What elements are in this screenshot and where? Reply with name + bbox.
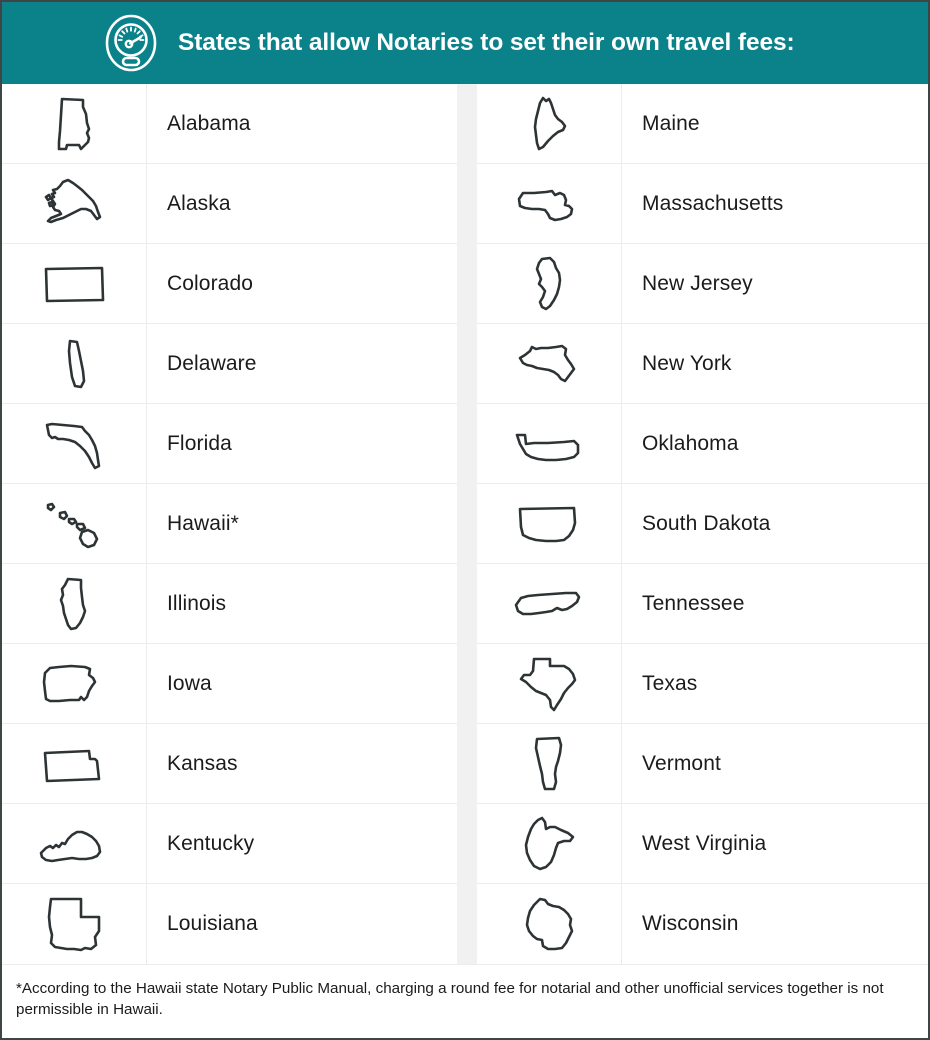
page-title: States that allow Notaries to set their … <box>178 28 795 56</box>
state-name: Wisconsin <box>642 912 739 935</box>
state-name-cell: Kentucky <box>147 804 457 883</box>
new-york-outline-icon <box>477 324 622 403</box>
tennessee-outline-icon <box>477 564 622 643</box>
state-name: Illinois <box>167 591 227 615</box>
state-name: Florida <box>167 431 232 455</box>
footnote-section: *According to the Hawaii state Notary Pu… <box>2 964 928 1036</box>
table-row: New Jersey <box>477 244 928 324</box>
state-name: Oklahoma <box>642 431 739 455</box>
table-row: Colorado <box>2 244 457 324</box>
state-name: New York <box>642 351 732 375</box>
state-name: Vermont <box>642 751 721 775</box>
table-row: Kansas <box>2 724 457 804</box>
illinois-outline-icon <box>2 564 147 643</box>
states-column-right: Maine Massachusetts New Jersey New York … <box>477 84 928 964</box>
state-name: Texas <box>642 671 698 695</box>
wisconsin-outline-icon <box>477 884 622 964</box>
state-name-cell: Iowa <box>147 644 457 723</box>
notary-travel-fees-infographic: States that allow Notaries to set their … <box>0 0 930 1040</box>
state-name: Louisiana <box>167 912 258 935</box>
table-row: Tennessee <box>477 564 928 644</box>
state-name-cell: South Dakota <box>622 484 928 563</box>
state-name-cell: Louisiana <box>147 884 457 964</box>
table-row: Iowa <box>2 644 457 724</box>
state-name: South Dakota <box>642 511 771 535</box>
state-name-cell: New Jersey <box>622 244 928 323</box>
state-name: New Jersey <box>642 271 753 295</box>
state-name-cell: Colorado <box>147 244 457 323</box>
footnote-text: *According to the Hawaii state Notary Pu… <box>16 980 884 1018</box>
state-name-cell: Florida <box>147 404 457 483</box>
state-name-cell: New York <box>622 324 928 403</box>
state-name: Iowa <box>167 671 212 695</box>
table-row: South Dakota <box>477 484 928 564</box>
state-name: Alabama <box>167 111 251 135</box>
state-name-cell: Kansas <box>147 724 457 803</box>
state-name: Tennessee <box>642 591 745 615</box>
florida-outline-icon <box>2 404 147 483</box>
colorado-outline-icon <box>2 244 147 323</box>
states-table: Alabama Alaska Colorado Delaware Florida… <box>2 84 928 964</box>
table-row: Kentucky <box>2 804 457 884</box>
massachusetts-outline-icon <box>477 164 622 243</box>
state-name-cell: Alaska <box>147 164 457 243</box>
state-name-cell: Alabama <box>147 84 457 163</box>
hawaii-outline-icon <box>2 484 147 563</box>
texas-outline-icon <box>477 644 622 723</box>
header-banner: States that allow Notaries to set their … <box>2 2 928 84</box>
table-row: Alaska <box>2 164 457 244</box>
south-dakota-outline-icon <box>477 484 622 563</box>
state-name-cell: Tennessee <box>622 564 928 643</box>
state-name-cell: West Virginia <box>622 804 928 883</box>
table-row: Florida <box>2 404 457 484</box>
table-row: Maine <box>477 84 928 164</box>
vermont-outline-icon <box>477 724 622 803</box>
state-name: Delaware <box>167 351 257 375</box>
louisiana-outline-icon <box>2 884 147 964</box>
state-name-cell: Illinois <box>147 564 457 643</box>
state-name-cell: Maine <box>622 84 928 163</box>
state-name-cell: Delaware <box>147 324 457 403</box>
state-name: Alaska <box>167 191 231 215</box>
table-row: Alabama <box>2 84 457 164</box>
table-row: Vermont <box>477 724 928 804</box>
state-name-cell: Oklahoma <box>622 404 928 483</box>
table-row: New York <box>477 324 928 404</box>
kentucky-outline-icon <box>2 804 147 883</box>
state-name-cell: Massachusetts <box>622 164 928 243</box>
state-name: Maine <box>642 111 700 135</box>
table-row: West Virginia <box>477 804 928 884</box>
states-column-left: Alabama Alaska Colorado Delaware Florida… <box>2 84 457 964</box>
table-row: Wisconsin <box>477 884 928 964</box>
speedometer-gauge-icon <box>102 14 160 72</box>
state-name: Hawaii* <box>167 511 239 535</box>
delaware-outline-icon <box>2 324 147 403</box>
new-jersey-outline-icon <box>477 244 622 323</box>
state-name: West Virginia <box>642 831 767 855</box>
column-separator <box>457 84 477 964</box>
table-row: Oklahoma <box>477 404 928 484</box>
state-name-cell: Vermont <box>622 724 928 803</box>
state-name: Kansas <box>167 751 238 775</box>
state-name-cell: Hawaii* <box>147 484 457 563</box>
state-name-cell: Wisconsin <box>622 884 928 964</box>
table-row: Delaware <box>2 324 457 404</box>
iowa-outline-icon <box>2 644 147 723</box>
west-virginia-outline-icon <box>477 804 622 883</box>
state-name: Massachusetts <box>642 191 784 215</box>
oklahoma-outline-icon <box>477 404 622 483</box>
table-row: Massachusetts <box>477 164 928 244</box>
state-name-cell: Texas <box>622 644 928 723</box>
alaska-outline-icon <box>2 164 147 243</box>
table-row: Texas <box>477 644 928 724</box>
state-name: Colorado <box>167 271 254 295</box>
kansas-outline-icon <box>2 724 147 803</box>
alabama-outline-icon <box>2 84 147 163</box>
table-row: Illinois <box>2 564 457 644</box>
table-row: Louisiana <box>2 884 457 964</box>
state-name: Kentucky <box>167 831 255 855</box>
maine-outline-icon <box>477 84 622 163</box>
table-row: Hawaii* <box>2 484 457 564</box>
